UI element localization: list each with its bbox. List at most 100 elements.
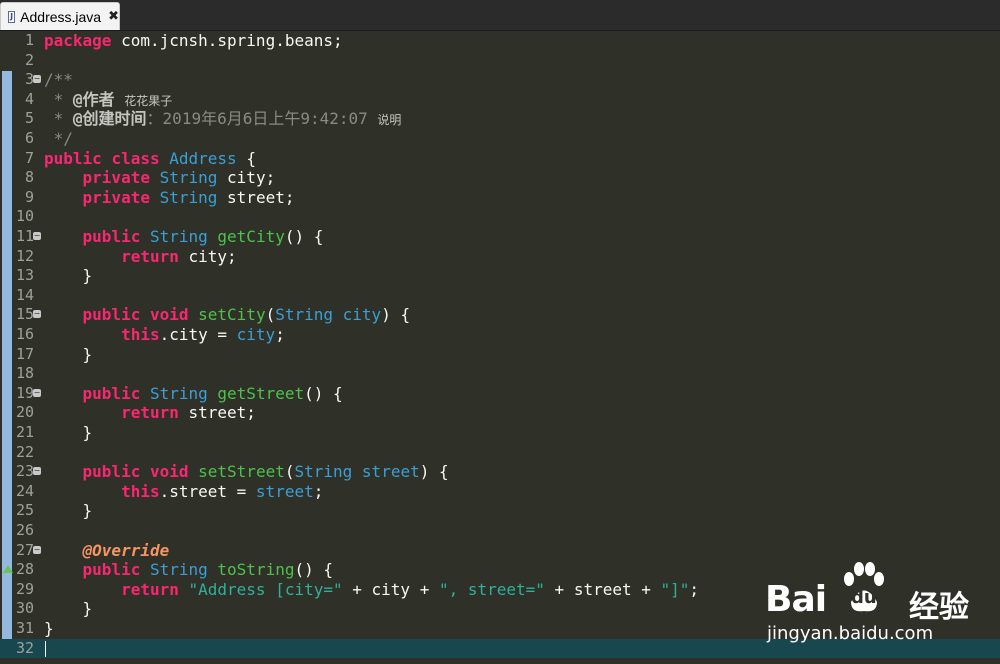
code-token: this (121, 481, 160, 501)
code-line[interactable]: 8 private String city; (0, 168, 1000, 188)
code-line[interactable]: 26 (0, 521, 1000, 541)
code-line[interactable]: 10 (0, 207, 1000, 227)
code-line[interactable]: 15− public void setCity(String city) { (0, 305, 1000, 325)
code-token: setStreet (198, 462, 285, 482)
code-line[interactable]: 23− public void setStreet(String street)… (0, 462, 1000, 482)
code-line[interactable]: 7 public class Address { (0, 149, 1000, 169)
line-number: 13 (15, 266, 34, 285)
code-token: "Address [city=" (188, 579, 343, 599)
code-token: 说明 (377, 113, 402, 128)
fold-toggle-icon[interactable]: − (33, 467, 41, 476)
code-token: city; (178, 246, 237, 266)
code-line[interactable]: 1 package com.jcnsh.spring.beans; (0, 31, 1000, 51)
line-number: 32 (15, 638, 34, 657)
editor-tab-bar: J Address.java ✖ (0, 0, 1000, 31)
code-token: void (149, 305, 189, 325)
watermark-jingyan: 经验 (909, 590, 969, 625)
code-token: .street = (159, 481, 256, 501)
fold-toggle-icon[interactable]: − (33, 388, 41, 397)
code-token: public (82, 227, 141, 246)
code-token: * (44, 109, 73, 129)
code-token: } (44, 599, 93, 619)
fold-toggle-icon[interactable]: − (33, 75, 41, 84)
code-line[interactable]: 14 (0, 286, 1000, 306)
code-token: street; (217, 187, 295, 207)
code-token: private (82, 168, 150, 188)
code-token: .city = (159, 325, 237, 344)
code-line[interactable]: 19− public String getStreet() { (0, 384, 1000, 404)
code-line[interactable]: 11− public String getCity() { (0, 227, 1000, 247)
code-line[interactable]: 2 (0, 51, 1000, 71)
code-token: private (82, 187, 150, 207)
code-token: setCity (198, 305, 266, 325)
line-number: 17 (15, 344, 34, 363)
line-number: 9 (24, 187, 34, 206)
code-line[interactable]: 12 return city; (0, 247, 1000, 267)
code-token: return (121, 246, 179, 266)
line-number: 25 (15, 501, 34, 520)
code-line[interactable]: 5 * @创建时间：2019年6月6日上午9:42:07 说明 (0, 109, 1000, 129)
watermark-url: jingyan.baidu.com (767, 623, 934, 644)
line-number: 4 (24, 89, 34, 108)
code-line[interactable]: 9 private String street; (0, 188, 1000, 208)
fold-toggle-icon[interactable]: − (33, 310, 41, 319)
code-token: } (44, 619, 54, 638)
line-number: 7 (24, 148, 34, 167)
code-line[interactable]: 18 (0, 364, 1000, 384)
code-text: private String city; (44, 168, 276, 188)
tab-address-java[interactable]: J Address.java ✖ (0, 2, 120, 30)
line-number: 19 (15, 383, 34, 402)
code-line[interactable]: 24 this.street = street; (0, 482, 1000, 502)
code-token: @Override (82, 540, 170, 560)
code-line[interactable]: 22 (0, 443, 1000, 463)
code-token: String (149, 560, 208, 580)
code-line[interactable]: 25 } (0, 501, 1000, 521)
code-token: public (82, 560, 141, 580)
override-marker-icon[interactable] (3, 565, 13, 574)
code-line[interactable]: 6 */ (0, 129, 1000, 149)
code-token: 花花果子 (124, 93, 173, 108)
line-number: 21 (15, 423, 34, 441)
code-text: public String getStreet() { (44, 384, 343, 404)
code-line[interactable]: 3−/** (0, 70, 1000, 90)
code-token: ) { (419, 462, 449, 482)
code-text: this.street = street; (44, 482, 323, 502)
code-line[interactable]: 4 * @作者 花花果子 (0, 90, 1000, 110)
code-line[interactable]: 21 } (0, 423, 1000, 443)
code-text: this.city = city; (44, 325, 285, 345)
fold-toggle-icon[interactable]: − (33, 545, 41, 554)
code-token: ：2019年6月6日上午9:42:07 (146, 109, 378, 129)
code-line[interactable]: 16 this.city = city; (0, 325, 1000, 345)
code-token: com.jcnsh.spring.beans; (111, 31, 343, 50)
fold-toggle-icon[interactable]: − (33, 232, 41, 240)
code-line[interactable]: 17 } (0, 345, 1000, 365)
code-token: Address (169, 148, 237, 168)
code-token: this (121, 325, 160, 344)
code-text: */ (44, 129, 73, 149)
code-line[interactable]: 13 } (0, 266, 1000, 286)
code-token: String (159, 187, 218, 207)
line-number: 10 (15, 207, 34, 226)
code-text: return city; (44, 247, 237, 267)
code-line[interactable]: 20 return street; (0, 403, 1000, 423)
code-text: return "Address [city=" + city + ", stre… (44, 580, 699, 600)
code-text: public String getCity() { (44, 227, 324, 247)
close-icon[interactable]: ✖ (108, 9, 119, 24)
code-text: public String toString() { (44, 560, 333, 580)
